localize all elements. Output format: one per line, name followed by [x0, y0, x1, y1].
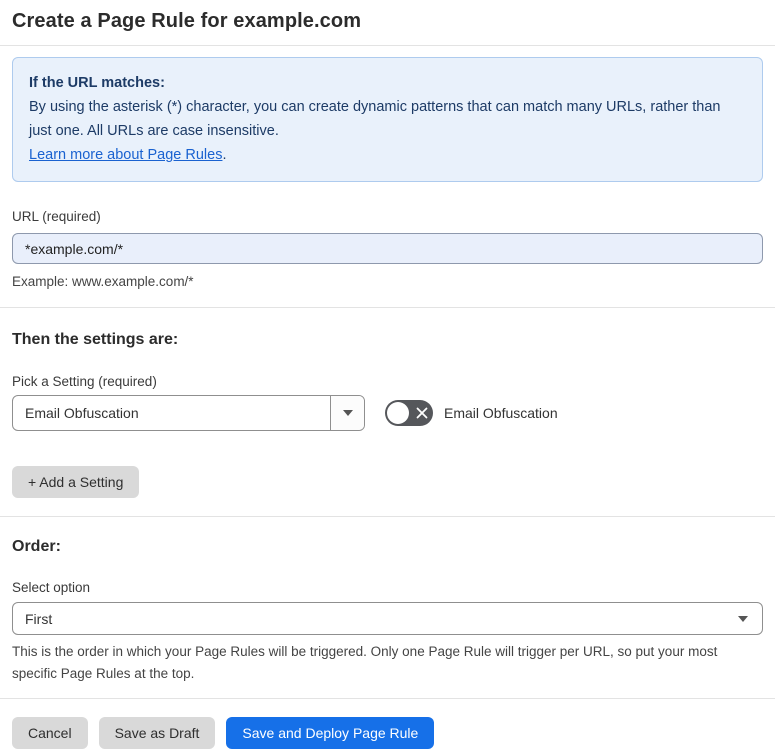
- setting-select-arrow-button[interactable]: [330, 396, 364, 430]
- create-page-rule-form: Create a Page Rule for example.com If th…: [0, 0, 775, 749]
- email-obfuscation-toggle[interactable]: [385, 400, 433, 426]
- toggle-off-x-icon: [416, 407, 428, 419]
- title-divider: [0, 45, 775, 46]
- url-match-info-box: If the URL matches: By using the asteris…: [12, 57, 763, 182]
- page-title: Create a Page Rule for example.com: [12, 10, 362, 32]
- order-section-heading: Order:: [12, 538, 61, 555]
- learn-more-link[interactable]: Learn more about Page Rules: [29, 147, 222, 163]
- settings-section-divider: [0, 516, 775, 517]
- pick-setting-label: Pick a Setting (required): [12, 374, 157, 389]
- url-section-divider: [0, 307, 775, 308]
- cancel-button[interactable]: Cancel: [12, 717, 88, 749]
- url-input[interactable]: [12, 233, 763, 264]
- caret-down-icon: [342, 410, 353, 416]
- add-setting-button[interactable]: + Add a Setting: [12, 466, 140, 498]
- link-suffix: .: [222, 147, 227, 163]
- order-helper-text: This is the order in which your Page Rul…: [12, 644, 718, 681]
- caret-down-icon: [738, 615, 748, 622]
- toggle-label: Email Obfuscation: [444, 405, 558, 421]
- footer-divider: [0, 698, 775, 699]
- info-box-heading: If the URL matches:: [29, 75, 165, 91]
- setting-select-value: Email Obfuscation: [25, 405, 139, 421]
- order-select[interactable]: First: [12, 602, 763, 635]
- order-select-label: Select option: [12, 580, 91, 595]
- info-link-line: Learn more about Page Rules.: [29, 143, 746, 167]
- settings-section-heading: Then the settings are:: [12, 331, 179, 348]
- save-as-draft-button[interactable]: Save as Draft: [98, 717, 216, 749]
- save-and-deploy-button[interactable]: Save and Deploy Page Rule: [226, 717, 435, 749]
- setting-select[interactable]: Email Obfuscation: [12, 395, 365, 431]
- footer-actions: Cancel Save as Draft Save and Deploy Pag…: [0, 717, 775, 749]
- info-box-body: By using the asterisk (*) character, you…: [29, 99, 721, 139]
- order-select-value: First: [25, 610, 53, 627]
- url-label: URL (required): [12, 209, 101, 224]
- toggle-knob: [387, 402, 409, 424]
- url-example-helper: Example: www.example.com/*: [12, 274, 194, 289]
- setting-row: Email Obfuscation Email Obfuscation: [12, 395, 763, 431]
- email-obfuscation-toggle-group: Email Obfuscation: [385, 400, 558, 426]
